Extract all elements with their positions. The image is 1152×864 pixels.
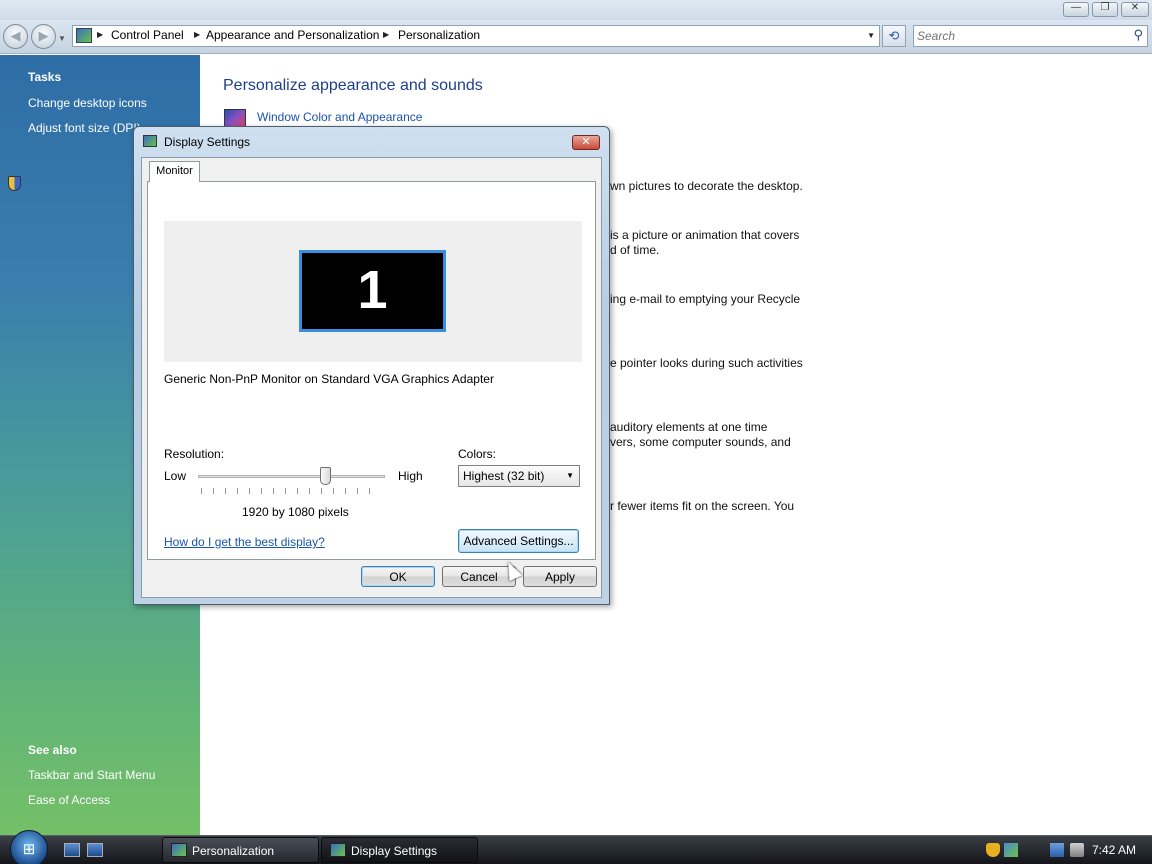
- close-window-button[interactable]: ✕: [1121, 2, 1149, 17]
- address-dropdown-icon[interactable]: ▼: [867, 31, 875, 40]
- refresh-button[interactable]: ⟲: [882, 25, 906, 47]
- ok-button[interactable]: OK: [361, 566, 435, 587]
- network-icon[interactable]: [1050, 843, 1064, 857]
- tasks-heading: Tasks: [28, 70, 62, 84]
- switch-windows-icon[interactable]: [87, 843, 103, 857]
- theme-description: auditory elements at one time: [610, 420, 768, 434]
- see-also-heading: See also: [28, 743, 77, 757]
- page-title: Personalize appearance and sounds: [223, 77, 483, 94]
- security-alert-icon[interactable]: [986, 843, 1000, 857]
- uac-shield-icon: [8, 176, 21, 191]
- resolution-slider-ticks: [201, 488, 381, 494]
- colors-label: Colors:: [458, 447, 497, 461]
- taskbar: ⊞ Personalization Display Settings 7:42 …: [0, 830, 1152, 864]
- screen-saver-description: is a picture or animation that covers: [610, 228, 800, 242]
- low-label: Low: [164, 469, 187, 483]
- advanced-settings-button[interactable]: Advanced Settings...: [458, 529, 579, 553]
- back-button[interactable]: ◀: [3, 24, 28, 49]
- dialog-body: Monitor 1 Generic Non-PnP Monitor on Sta…: [141, 157, 602, 598]
- mouse-pointers-description: e pointer looks during such activities: [610, 356, 803, 370]
- maximize-button[interactable]: ❐: [1092, 2, 1118, 17]
- volume-muted-icon[interactable]: [1070, 843, 1084, 857]
- forward-arrow-icon: ▶: [38, 28, 49, 43]
- change-desktop-icons-link[interactable]: Change desktop icons: [28, 96, 147, 110]
- minimize-button[interactable]: —: [1063, 2, 1089, 17]
- breadcrumb-separator-icon[interactable]: ▶: [97, 30, 103, 39]
- theme-description-2: vers, some computer sounds, and: [610, 435, 791, 449]
- taskbar-button-label: Display Settings: [351, 844, 438, 858]
- monitor-1-tile[interactable]: 1: [299, 250, 446, 332]
- window-title-bar: — ❐ ✕: [0, 0, 1152, 20]
- show-desktop-icon[interactable]: [64, 843, 80, 857]
- breadcrumb-separator-icon[interactable]: ▶: [383, 30, 389, 39]
- colors-selected-value: Highest (32 bit): [463, 469, 545, 483]
- notification-area: 7:42 AM: [980, 837, 1152, 864]
- start-button[interactable]: ⊞: [10, 830, 48, 864]
- desktop-background-description: wn pictures to decorate the desktop.: [610, 179, 803, 193]
- tab-monitor-label: Monitor: [156, 165, 193, 177]
- taskbar-start-menu-link[interactable]: Taskbar and Start Menu: [28, 768, 155, 782]
- apply-button[interactable]: Apply: [523, 566, 597, 587]
- clock[interactable]: 7:42 AM: [1092, 843, 1136, 857]
- resolution-slider-thumb[interactable]: [319, 467, 331, 485]
- windows-logo-icon: ⊞: [22, 841, 36, 858]
- tab-monitor[interactable]: Monitor: [149, 161, 200, 182]
- breadcrumb-separator-icon[interactable]: ▶: [194, 30, 200, 39]
- resolution-slider-track[interactable]: [198, 475, 385, 478]
- maximize-icon: ❐: [1100, 2, 1110, 13]
- ok-label: OK: [389, 570, 407, 584]
- window-color-link[interactable]: Window Color and Appearance: [257, 110, 422, 124]
- forward-button[interactable]: ▶: [31, 24, 56, 49]
- screen-saver-description-2: d of time.: [610, 243, 660, 257]
- address-bar[interactable]: ▶ Control Panel ▶ Appearance and Persona…: [72, 25, 880, 47]
- sounds-description: ing e-mail to emptying your Recycle: [610, 292, 801, 306]
- monitor-description: Generic Non-PnP Monitor on Standard VGA …: [164, 372, 494, 386]
- windows-update-icon[interactable]: [1004, 843, 1018, 857]
- resolution-value: 1920 by 1080 pixels: [242, 505, 349, 519]
- breadcrumb-control-panel[interactable]: Control Panel: [111, 28, 184, 42]
- refresh-icon: ⟲: [888, 28, 900, 43]
- monitor-arrangement-area: 1: [164, 221, 582, 362]
- navigation-bar: ◀ ▶ ▼ ▶ Control Panel ▶ Appearance and P…: [0, 20, 1152, 54]
- dialog-close-button[interactable]: ✕: [572, 135, 600, 150]
- ease-of-access-link[interactable]: Ease of Access: [28, 793, 110, 807]
- high-label: High: [398, 469, 423, 483]
- monitor-tab-panel: 1 Generic Non-PnP Monitor on Standard VG…: [147, 181, 596, 560]
- dialog-title: Display Settings: [164, 135, 251, 149]
- best-display-help-link[interactable]: How do I get the best display?: [164, 535, 325, 549]
- display-settings-description: r fewer items fit on the screen. You: [610, 499, 795, 513]
- breadcrumb-personalization[interactable]: Personalization: [398, 28, 480, 42]
- breadcrumb-appearance[interactable]: Appearance and Personalization: [206, 28, 379, 42]
- taskbar-display-settings-button[interactable]: Display Settings: [321, 837, 478, 863]
- taskbar-button-label: Personalization: [192, 844, 275, 858]
- resolution-label: Resolution:: [164, 447, 225, 461]
- display-settings-dialog: Display Settings ✕ Monitor 1 Generic Non…: [133, 126, 610, 605]
- search-input[interactable]: [917, 28, 1117, 44]
- minimize-icon: —: [1071, 2, 1081, 13]
- chevron-down-icon: ▼: [566, 471, 574, 480]
- display-settings-icon: [330, 843, 346, 857]
- colors-dropdown[interactable]: Highest (32 bit) ▼: [458, 465, 580, 487]
- recent-pages-dropdown-icon[interactable]: ▼: [58, 34, 66, 43]
- close-icon: ✕: [581, 136, 591, 148]
- cancel-label: Cancel: [460, 570, 498, 584]
- control-panel-icon: [76, 28, 92, 43]
- search-box: ⚲: [913, 25, 1148, 47]
- search-icon[interactable]: ⚲: [1133, 27, 1143, 43]
- back-arrow-icon: ◀: [10, 28, 21, 43]
- personalization-icon: [171, 843, 187, 857]
- monitor-number: 1: [357, 260, 388, 320]
- display-settings-icon: [143, 135, 157, 147]
- apply-label: Apply: [544, 570, 576, 584]
- taskbar-personalization-button[interactable]: Personalization: [162, 837, 319, 863]
- adjust-font-size-link[interactable]: Adjust font size (DPI): [28, 121, 141, 135]
- close-icon: ✕: [1130, 2, 1140, 13]
- advanced-settings-label: Advanced Settings...: [463, 534, 574, 548]
